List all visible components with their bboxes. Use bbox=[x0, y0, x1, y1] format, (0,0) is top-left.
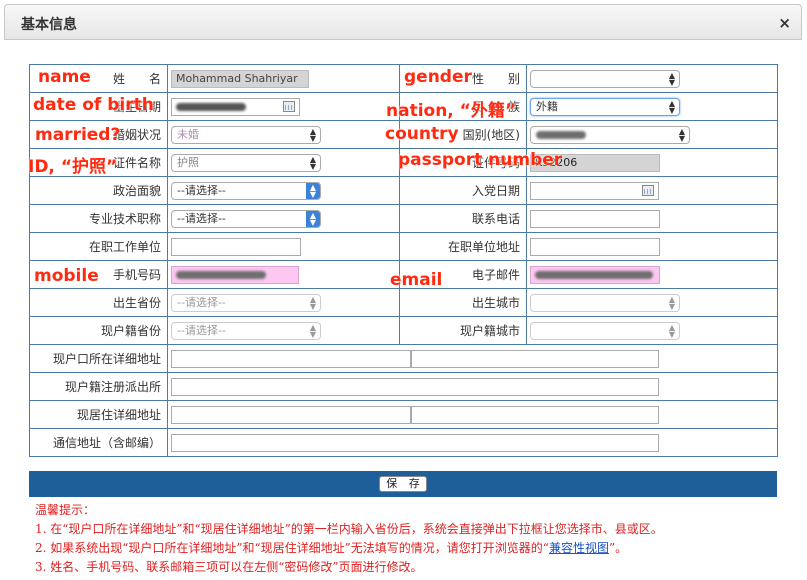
annotation-country: country bbox=[385, 124, 459, 144]
updown-arrow-icon: ▲ ▼ bbox=[309, 322, 316, 339]
residence-address-label: 现居住详细地址 bbox=[29, 400, 168, 429]
updown-arrow-icon: ▲ ▼ bbox=[309, 294, 316, 311]
nation-select[interactable]: 外籍 ▲ ▼ bbox=[530, 97, 680, 116]
tip-line-1: 1. 在“现户口所在详细地址”和“现居住详细地址”的第一栏内输入省份后，系统会直… bbox=[35, 522, 663, 536]
redacted-value bbox=[176, 102, 246, 111]
select-placeholder: --请选择-- bbox=[177, 323, 226, 337]
annotation-mobile: mobile bbox=[34, 266, 99, 286]
annotation-gender: gender bbox=[404, 67, 472, 87]
mobile-field[interactable] bbox=[171, 265, 299, 284]
redacted-value bbox=[535, 270, 653, 279]
annotation-email: email bbox=[390, 270, 443, 290]
registered-address-detail-field[interactable] bbox=[411, 349, 659, 368]
employer-field[interactable] bbox=[171, 237, 301, 256]
birth-city-select[interactable]: ▲ ▼ bbox=[530, 293, 680, 312]
professional-title-label: 专业技术职称 bbox=[29, 204, 168, 233]
political-status-label: 政治面貌 bbox=[29, 176, 168, 205]
id-type-select[interactable]: 护照 ▲ ▼ bbox=[171, 153, 321, 172]
calendar-icon[interactable] bbox=[642, 184, 654, 196]
annotation-passport: passport number bbox=[398, 150, 563, 170]
phone-field[interactable] bbox=[530, 209, 660, 228]
phone-label: 联系电话 bbox=[399, 204, 527, 233]
updown-arrow-icon: ▲ ▼ bbox=[668, 294, 675, 311]
updown-arrow-icon: ▲ ▼ bbox=[678, 126, 685, 143]
basic-info-form: 姓 名 Mohammad Shahriyar 性 别 ▲ ▼ 出生日期 民 族 外… bbox=[29, 64, 778, 457]
updown-arrow-icon: ▲ ▼ bbox=[668, 70, 675, 87]
updown-arrow-icon: ▲ ▼ bbox=[309, 154, 316, 171]
button-bar: 保 存 bbox=[29, 471, 777, 497]
mailing-address-label: 通信地址（含邮编） bbox=[29, 428, 168, 457]
tip-line-2: 2. 如果系统出现“现户口所在详细地址”和“现居住详细地址”无法填写的情况，请您… bbox=[35, 539, 663, 558]
gender-select[interactable]: ▲ ▼ bbox=[530, 69, 680, 88]
mailing-address-field[interactable] bbox=[171, 433, 659, 452]
updown-arrow-icon: ▲ ▼ bbox=[309, 126, 316, 143]
tip-line-2-end: ”。 bbox=[608, 541, 628, 555]
registered-address-province-field[interactable] bbox=[171, 349, 411, 368]
dialog-header: 基本信息 × bbox=[4, 4, 802, 40]
save-button[interactable]: 保 存 bbox=[379, 476, 427, 492]
updown-arrow-icon: ▲ ▼ bbox=[668, 98, 675, 115]
compatibility-view-link[interactable]: 兼容性视图 bbox=[549, 541, 609, 555]
annotation-name: name bbox=[38, 67, 91, 87]
professional-title-select[interactable]: --请选择-- ▲ ▼ bbox=[171, 209, 321, 228]
marital-value: 未婚 bbox=[177, 127, 199, 141]
residence-address-province-field[interactable] bbox=[171, 405, 411, 424]
political-status-select[interactable]: --请选择-- ▲ ▼ bbox=[171, 181, 321, 200]
birth-date-field[interactable] bbox=[171, 97, 300, 116]
annotation-nation: nation, “外籍” bbox=[386, 101, 517, 121]
nation-value: 外籍 bbox=[536, 99, 558, 113]
registered-address-label: 现户口所在详细地址 bbox=[29, 344, 168, 373]
annotation-married: married? bbox=[35, 125, 121, 145]
birth-province-select[interactable]: --请选择-- ▲ ▼ bbox=[171, 293, 321, 312]
birth-city-label: 出生城市 bbox=[399, 288, 527, 317]
country-select[interactable]: ▲ ▼ bbox=[530, 125, 690, 144]
calendar-icon[interactable] bbox=[283, 100, 295, 112]
marital-select[interactable]: 未婚 ▲ ▼ bbox=[171, 125, 321, 144]
employer-address-label: 在职单位地址 bbox=[399, 232, 527, 261]
updown-arrow-icon: ▲ ▼ bbox=[306, 182, 320, 199]
redacted-value bbox=[536, 130, 586, 139]
email-field[interactable] bbox=[530, 265, 660, 284]
updown-arrow-icon: ▲ ▼ bbox=[668, 322, 675, 339]
annotation-id: ID, “护照” bbox=[28, 157, 118, 177]
employer-label: 在职工作单位 bbox=[29, 232, 168, 261]
registered-city-select[interactable]: ▲ ▼ bbox=[530, 321, 680, 340]
name-field[interactable]: Mohammad Shahriyar bbox=[171, 69, 309, 88]
tips-heading: 温馨提示： bbox=[35, 503, 96, 517]
tips-panel: 温馨提示： 1. 在“现户口所在详细地址”和“现居住详细地址”的第一栏内输入省份… bbox=[35, 501, 663, 577]
party-date-field[interactable] bbox=[530, 181, 659, 200]
dialog-title: 基本信息 bbox=[21, 17, 77, 33]
party-date-label: 入党日期 bbox=[399, 176, 527, 205]
select-placeholder: --请选择-- bbox=[177, 183, 226, 197]
birth-province-label: 出生省份 bbox=[29, 288, 168, 317]
tip-line-3: 3. 姓名、手机号码、联系邮箱三项可以在左侧“密码修改”页面进行修改。 bbox=[35, 560, 423, 574]
annotation-birth: date of birth bbox=[33, 95, 154, 115]
residence-address-detail-field[interactable] bbox=[411, 405, 659, 424]
redacted-value bbox=[176, 270, 266, 279]
close-icon[interactable]: × bbox=[778, 14, 791, 32]
police-station-label: 现户籍注册派出所 bbox=[29, 372, 168, 401]
select-placeholder: --请选择-- bbox=[177, 211, 226, 225]
employer-address-field[interactable] bbox=[530, 237, 660, 256]
police-station-field[interactable] bbox=[171, 377, 659, 396]
id-type-value: 护照 bbox=[177, 155, 199, 169]
registered-province-label: 现户籍省份 bbox=[29, 316, 168, 345]
updown-arrow-icon: ▲ ▼ bbox=[306, 210, 320, 227]
registered-province-select[interactable]: --请选择-- ▲ ▼ bbox=[171, 321, 321, 340]
registered-city-label: 现户籍城市 bbox=[399, 316, 527, 345]
tip-line-2-text: 2. 如果系统出现“现户口所在详细地址”和“现居住详细地址”无法填写的情况，请您… bbox=[35, 541, 549, 555]
select-placeholder: --请选择-- bbox=[177, 295, 226, 309]
